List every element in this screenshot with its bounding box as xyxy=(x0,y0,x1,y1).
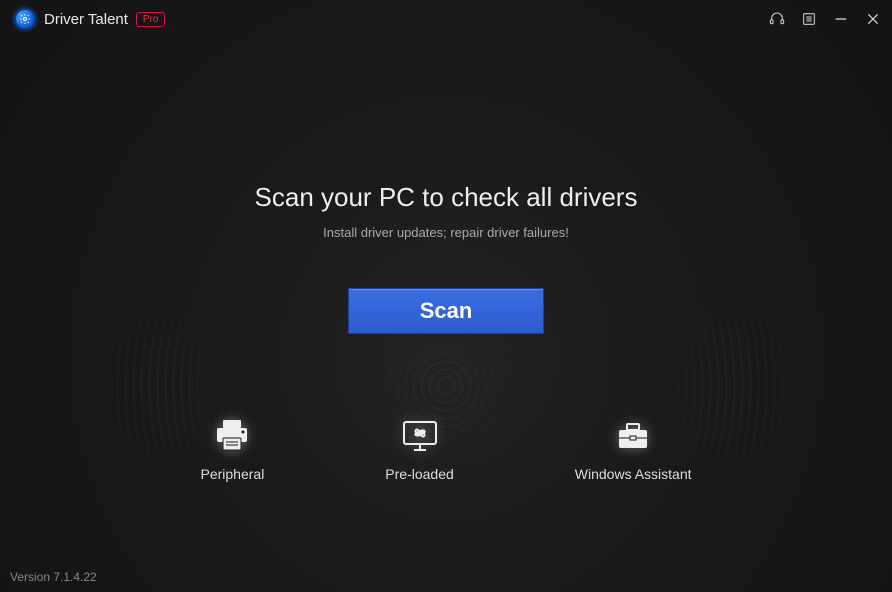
features-row: Peripheral Pre-loaded xyxy=(0,418,892,482)
feature-label: Pre-loaded xyxy=(385,466,454,482)
feature-preloaded[interactable]: Pre-loaded xyxy=(385,418,454,482)
titlebar: Driver Talent Pro xyxy=(0,0,892,38)
menu-icon[interactable] xyxy=(800,10,818,28)
close-button[interactable] xyxy=(864,10,882,28)
app-title: Driver Talent xyxy=(44,11,128,28)
monitor-icon xyxy=(400,418,440,454)
printer-icon xyxy=(212,418,252,454)
feature-peripheral[interactable]: Peripheral xyxy=(200,418,264,482)
feature-windows-assistant[interactable]: Windows Assistant xyxy=(575,418,692,482)
support-icon[interactable] xyxy=(768,10,786,28)
toolbox-icon xyxy=(613,418,653,454)
main-area: Scan your PC to check all drivers Instal… xyxy=(0,38,892,592)
app-window: Driver Talent Pro xyxy=(0,0,892,592)
app-logo-icon xyxy=(14,8,36,30)
feature-label: Peripheral xyxy=(200,466,264,482)
feature-label: Windows Assistant xyxy=(575,466,692,482)
minimize-button[interactable] xyxy=(832,10,850,28)
headline: Scan your PC to check all drivers xyxy=(0,182,892,213)
titlebar-controls xyxy=(768,10,882,28)
pro-badge: Pro xyxy=(136,12,166,27)
subhead: Install driver updates; repair driver fa… xyxy=(0,225,892,240)
scan-button[interactable]: Scan xyxy=(348,288,544,334)
